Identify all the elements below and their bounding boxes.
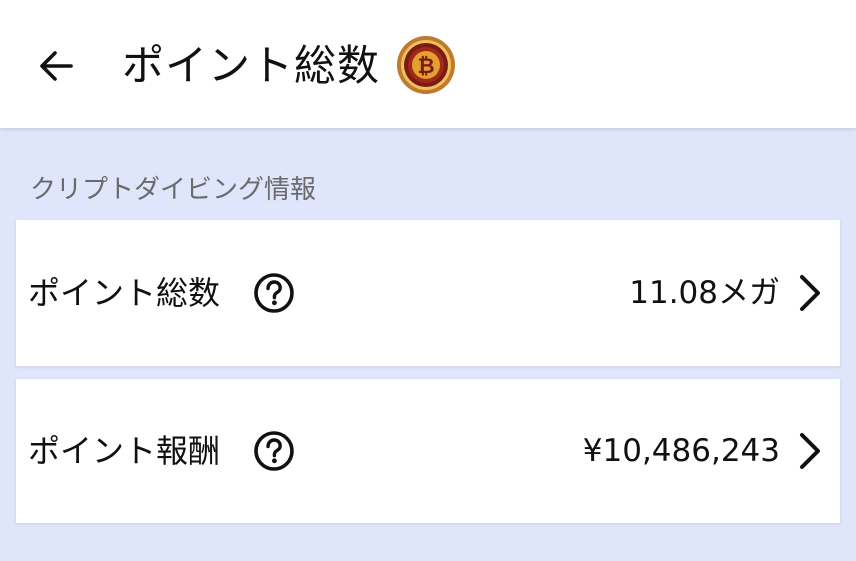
svg-text:₿: ₿ [417,54,434,78]
question-circle-icon[interactable] [252,271,296,315]
total-points-row[interactable]: ポイント総数 11.08メガ [16,220,840,366]
bitcoin-coin-icon: ₿ [397,36,455,94]
points-reward-value: ¥10,486,243 [582,433,780,469]
back-button[interactable] [30,40,82,92]
chevron-right-icon [800,433,820,469]
points-reward-label: ポイント報酬 [28,432,221,470]
arrow-left-icon [40,51,73,81]
total-points-label: ポイント総数 [28,274,221,312]
question-circle-icon[interactable] [252,429,296,473]
chevron-right-icon [800,275,820,311]
section-title: クリプトダイビング情報 [30,175,317,205]
app-bar: ポイント総数 ₿ [0,0,856,128]
points-reward-row[interactable]: ポイント報酬 ¥10,486,243 [16,379,840,523]
total-points-value: 11.08メガ [629,275,780,311]
page-title: ポイント総数 [122,41,381,90]
